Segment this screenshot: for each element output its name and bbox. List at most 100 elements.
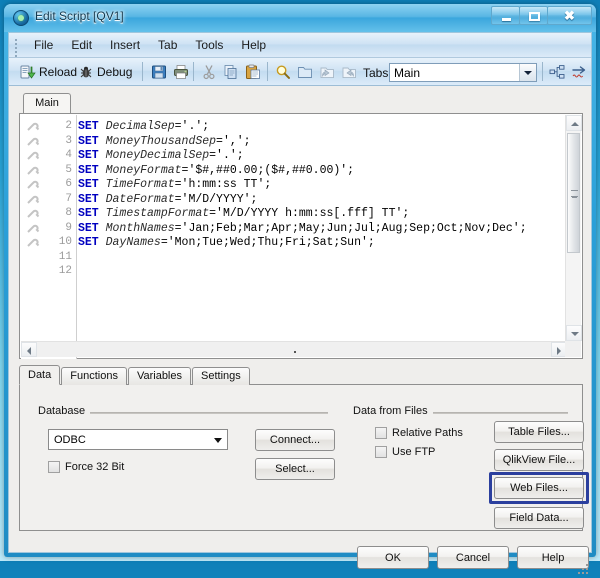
tabs-label: Tabs (363, 66, 389, 80)
connect-button[interactable]: Connect... (255, 429, 335, 451)
menu-edit[interactable]: Edit (62, 35, 101, 55)
search-icon[interactable] (275, 64, 291, 80)
database-source-value: ODBC (54, 433, 86, 446)
close-button[interactable]: ✖ (547, 6, 592, 25)
tab-variables[interactable]: Variables (127, 367, 191, 385)
code-line: SET DayNames='Mon;Tue;Wed;Thu;Fri;Sat;Su… (78, 236, 375, 249)
database-source-combobox[interactable]: ODBC (48, 429, 228, 450)
gutter-row: 4 (21, 148, 76, 163)
force-32-bit-checkbox[interactable]: Force 32 Bit (48, 461, 124, 473)
window-client-area: File Edit Insert Tab Tools Help Reload D… (8, 32, 592, 574)
lower-panel-body: Database ODBC Force 32 Bit Connect... Se… (19, 384, 589, 531)
scrollbar-corner (565, 341, 581, 357)
script-tab-main[interactable]: Main (23, 93, 71, 114)
scroll-down-icon[interactable] (566, 325, 582, 341)
editor-vertical-scrollbar[interactable] (565, 115, 582, 341)
redo-icon[interactable] (341, 64, 357, 80)
debug-label: Debug (97, 65, 133, 79)
debug-button[interactable]: Debug (75, 61, 135, 83)
toolbar: Reload Debug Tabs Main (9, 58, 591, 86)
lower-panel: Data Functions Variables Settings Databa… (19, 365, 589, 531)
gutter-row: 9 (21, 221, 76, 236)
tabs-combobox-value: Main (394, 65, 421, 80)
gutter-row: 5 (21, 163, 76, 178)
use-ftp-label: Use FTP (392, 446, 436, 458)
script-editor-panel: Main 2 3 4 5 6 7 8 9 10 11 12 SET Decima… (19, 93, 583, 359)
web-files-button[interactable]: Web Files... (494, 477, 584, 499)
editor-horizontal-scrollbar[interactable] (21, 341, 567, 357)
database-group-label: Database (38, 405, 91, 417)
horizontal-scroll-thumb[interactable] (294, 351, 296, 353)
menu-insert[interactable]: Insert (101, 35, 149, 55)
gutter-row: 8 (21, 206, 76, 221)
menu-file[interactable]: File (25, 35, 62, 55)
toolbar-separator-1 (142, 62, 143, 81)
copy-icon[interactable] (223, 64, 239, 80)
use-ftp-checkbox[interactable]: Use FTP (375, 446, 435, 458)
relative-paths-checkbox[interactable]: Relative Paths (375, 427, 463, 439)
toolbar-separator-3 (267, 62, 268, 81)
qlikview-file-button[interactable]: QlikView File... (494, 449, 584, 471)
table-files-button[interactable]: Table Files... (494, 421, 584, 443)
scroll-up-icon[interactable] (566, 115, 582, 131)
minimize-icon (502, 18, 511, 21)
wrench-icon (27, 180, 40, 189)
undo-icon[interactable] (319, 64, 335, 80)
close-icon: ✖ (564, 8, 575, 23)
go-to-icon[interactable] (571, 64, 587, 80)
relative-paths-label: Relative Paths (392, 427, 463, 439)
wrench-icon (27, 209, 40, 218)
tab-functions[interactable]: Functions (61, 367, 127, 385)
code-line: SET TimestampFormat='M/D/YYYY h:mm:ss[.f… (78, 207, 410, 220)
menu-tools[interactable]: Tools (186, 35, 232, 55)
force-32-bit-label: Force 32 Bit (65, 461, 125, 473)
open-folder-icon[interactable] (297, 64, 313, 80)
reload-button[interactable]: Reload (17, 61, 80, 83)
window-controls: ✖ (491, 6, 592, 25)
tab-data[interactable]: Data (19, 365, 61, 385)
maximize-button[interactable] (519, 6, 548, 25)
ok-button[interactable]: OK (357, 546, 429, 569)
menu-drag-handle[interactable] (15, 39, 18, 57)
wrench-icon (27, 122, 40, 131)
script-tabstrip: Main (19, 93, 583, 114)
save-icon[interactable] (151, 64, 167, 80)
cancel-button[interactable]: Cancel (437, 546, 509, 569)
gutter-row: 2 (21, 119, 76, 134)
tab-settings[interactable]: Settings (192, 367, 250, 385)
wrench-icon (27, 238, 40, 247)
code-line: SET MoneyThousandSep=','; (78, 134, 251, 148)
wrench-icon (27, 224, 40, 233)
tabs-combobox[interactable]: Main (389, 63, 537, 82)
minimize-button[interactable] (491, 6, 520, 25)
menu-tab[interactable]: Tab (149, 35, 186, 55)
code-area[interactable]: SET DecimalSep='.'; SET MoneyThousandSep… (78, 116, 564, 342)
menu-bar: File Edit Insert Tab Tools Help (9, 33, 591, 58)
wrench-icon (27, 137, 40, 146)
chevron-down-icon[interactable] (519, 64, 536, 81)
wrench-icon (27, 195, 40, 204)
select-button[interactable]: Select... (255, 458, 335, 480)
wrench-icon (27, 166, 40, 175)
print-icon[interactable] (173, 64, 189, 80)
field-data-button[interactable]: Field Data... (494, 507, 584, 529)
title-bar: Edit Script [QV1] ✖ (4, 4, 596, 32)
menu-items: File Edit Insert Tab Tools Help (25, 33, 275, 57)
scroll-left-icon[interactable] (21, 342, 37, 357)
code-line: SET DecimalSep='.'; (78, 120, 210, 133)
paste-icon[interactable] (245, 64, 261, 80)
cut-icon[interactable] (201, 64, 217, 80)
resize-grip[interactable] (578, 564, 590, 576)
code-line: SET DateFormat='M/D/YYYY'; (78, 192, 258, 206)
menu-help[interactable]: Help (232, 35, 275, 55)
reload-label: Reload (39, 65, 78, 79)
checkbox-box (375, 427, 387, 439)
chevron-down-icon[interactable] (210, 430, 227, 449)
editor-gutter: 2 3 4 5 6 7 8 9 10 11 12 (21, 115, 77, 359)
code-line: SET TimeFormat='h:mm:ss TT'; (78, 178, 272, 191)
code-line: SET MoneyDecimalSep='.'; (78, 149, 244, 162)
vertical-scroll-thumb[interactable] (567, 133, 580, 253)
tab-organizer-icon[interactable] (549, 64, 565, 80)
lower-tabstrip: Data Functions Variables Settings (19, 365, 251, 385)
gutter-row: 7 (21, 192, 76, 207)
